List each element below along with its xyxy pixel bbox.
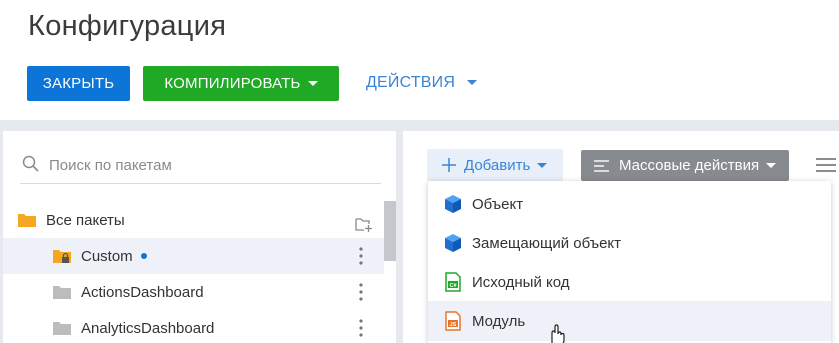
tree-item-label: ActionsDashboard xyxy=(81,283,204,301)
cube-icon xyxy=(445,195,461,213)
tree-item-custom[interactable]: Custom xyxy=(3,238,384,274)
page-header: Конфигурация ЗАКРЫТЬ КОМПИЛИРОВАТЬ ДЕЙСТ… xyxy=(0,0,839,120)
actions-menu-button[interactable]: ДЕЙСТВИЯ xyxy=(366,74,477,92)
actions-menu-label: ДЕЙСТВИЯ xyxy=(366,74,456,91)
hand-cursor-icon xyxy=(551,324,565,343)
menu-item-replacing-object[interactable]: Замещающий объект xyxy=(428,223,831,263)
chevron-down-icon xyxy=(307,81,318,86)
list-view-icon[interactable] xyxy=(816,157,836,173)
menu-item-source-code[interactable]: C# Исходный код xyxy=(428,262,831,302)
chevron-down-icon xyxy=(766,163,777,168)
menu-item-label: Объект xyxy=(472,195,524,213)
sidebar-scrollbar[interactable] xyxy=(384,201,396,261)
menu-item-label: Модуль xyxy=(472,312,526,330)
tree-item-all-packages[interactable]: Все пакеты xyxy=(3,202,384,238)
page-title: Конфигурация xyxy=(28,10,227,42)
search-underline xyxy=(20,183,381,184)
chevron-down-icon xyxy=(466,80,477,86)
chevron-down-icon xyxy=(537,162,548,168)
close-button[interactable]: ЗАКРЫТЬ xyxy=(27,66,130,101)
svg-text:C#: C# xyxy=(449,283,456,289)
folder-icon xyxy=(53,322,71,335)
close-button-label: ЗАКРЫТЬ xyxy=(42,75,115,92)
add-button[interactable]: Добавить xyxy=(427,149,563,181)
csharp-file-icon: C# xyxy=(445,272,461,292)
more-vertical-icon[interactable] xyxy=(359,247,363,265)
align-left-icon xyxy=(594,159,609,172)
packages-panel: Все пакеты Custom ActionsDashboard Analy… xyxy=(3,131,396,343)
add-dropdown-menu: Объект Замещающий объект C# Исходный код… xyxy=(428,181,831,343)
tree-item-analyticsdashboard[interactable]: AnalyticsDashboard xyxy=(3,310,384,343)
add-button-label: Добавить xyxy=(464,156,531,174)
mass-actions-label: Массовые действия xyxy=(619,157,760,174)
cube-icon xyxy=(445,234,461,252)
mass-actions-button[interactable]: Массовые действия xyxy=(581,150,789,181)
search-icon xyxy=(22,155,39,172)
menu-item-label: Исходный код xyxy=(472,273,570,291)
more-vertical-icon[interactable] xyxy=(359,319,363,337)
js-file-icon: JS xyxy=(445,311,461,331)
compile-button[interactable]: КОМПИЛИРОВАТЬ xyxy=(143,66,339,101)
tree-item-label: Custom xyxy=(81,247,133,265)
tree-item-actionsdashboard[interactable]: ActionsDashboard xyxy=(3,274,384,310)
menu-item-object[interactable]: Объект xyxy=(428,184,831,224)
menu-item-module[interactable]: JS Модуль xyxy=(428,301,831,341)
menu-item-label: Замещающий объект xyxy=(472,234,622,252)
locked-folder-icon xyxy=(53,250,71,263)
plus-icon xyxy=(442,158,456,172)
tree-item-label: Все пакеты xyxy=(46,211,125,229)
package-search-input[interactable] xyxy=(49,153,379,177)
folder-icon xyxy=(18,214,36,227)
modified-indicator xyxy=(140,253,147,259)
more-vertical-icon[interactable] xyxy=(359,283,363,301)
folder-icon xyxy=(53,286,71,299)
svg-text:JS: JS xyxy=(450,322,457,328)
tree-item-label: AnalyticsDashboard xyxy=(81,319,215,337)
compile-button-label: КОМПИЛИРОВАТЬ xyxy=(164,75,301,92)
